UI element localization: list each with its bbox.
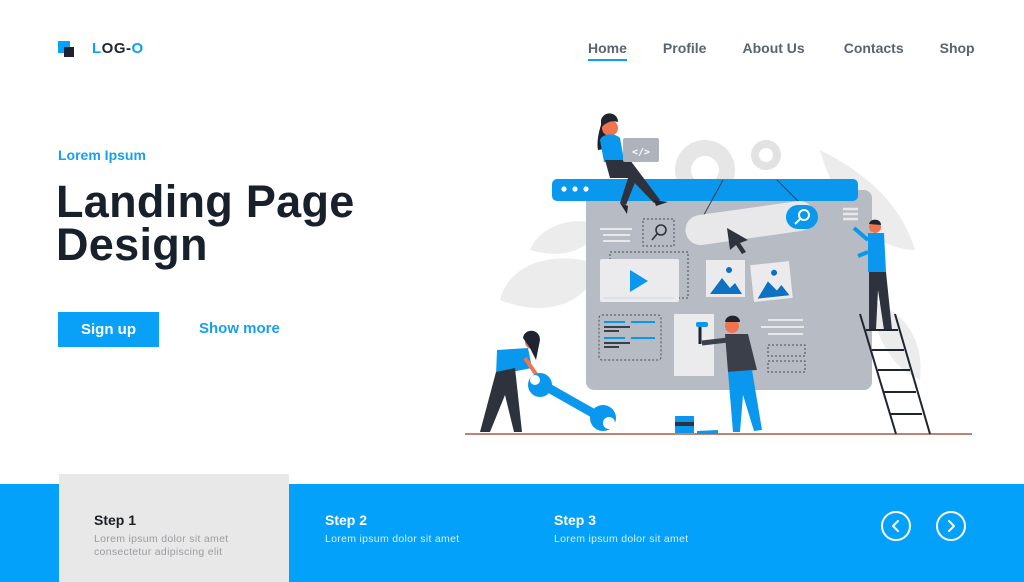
logo-squares-icon <box>58 40 74 57</box>
step-1-description: Lorem ipsum dolor sit amet consectetur a… <box>94 533 228 559</box>
image-placeholder-2 <box>750 261 793 302</box>
nav-item-about-us[interactable]: About Us <box>742 40 804 56</box>
step-2[interactable]: Step 2 Lorem ipsum dolor sit amet <box>325 512 459 546</box>
sign-up-button[interactable]: Sign up <box>58 312 159 347</box>
logo[interactable]: LOG-O <box>58 40 144 57</box>
step-2-title: Step 2 <box>325 512 368 528</box>
step-1-title: Step 1 <box>94 512 137 528</box>
step-1[interactable]: Step 1 Lorem ipsum dolor sit amet consec… <box>94 512 228 559</box>
background-leaf-left <box>500 221 600 308</box>
step-1-desc-line1: Lorem ipsum dolor sit amet <box>94 533 229 545</box>
step-3-title: Step 3 <box>554 512 597 528</box>
hero-eyebrow: Lorem Ipsum <box>58 147 146 163</box>
step-3-description: Lorem ipsum dolor sit amet <box>554 533 689 545</box>
nav-item-contacts[interactable]: Contacts <box>844 40 904 56</box>
chevron-right-icon <box>948 520 955 532</box>
carousel-next-button[interactable] <box>936 511 966 541</box>
gear-small-icon <box>751 140 781 170</box>
browser-titlebar <box>552 179 858 201</box>
paint-bucket-icon <box>675 416 694 433</box>
web-development-team-illustration: </> <box>465 113 972 435</box>
logo-text: LOG-O <box>92 40 144 57</box>
hero-title-line2: Design <box>56 219 208 270</box>
carousel-prev-button[interactable] <box>881 511 911 541</box>
image-placeholder-1 <box>706 260 745 297</box>
hero-title: Landing Page Design <box>56 179 355 267</box>
main-nav: Home Profile About Us Contacts Shop <box>588 40 975 61</box>
chevron-left-icon <box>892 520 899 532</box>
step-1-desc-line2: consectetur adipiscing elit <box>94 546 223 558</box>
nav-item-profile[interactable]: Profile <box>663 40 707 56</box>
svg-text:</>: </> <box>632 147 650 158</box>
step-2-description: Lorem ipsum dolor sit amet <box>325 533 460 545</box>
nav-item-shop[interactable]: Shop <box>940 40 975 56</box>
show-more-link[interactable]: Show more <box>199 320 280 337</box>
step-3[interactable]: Step 3 Lorem ipsum dolor sit amet <box>554 512 688 546</box>
nav-item-home[interactable]: Home <box>588 40 627 61</box>
